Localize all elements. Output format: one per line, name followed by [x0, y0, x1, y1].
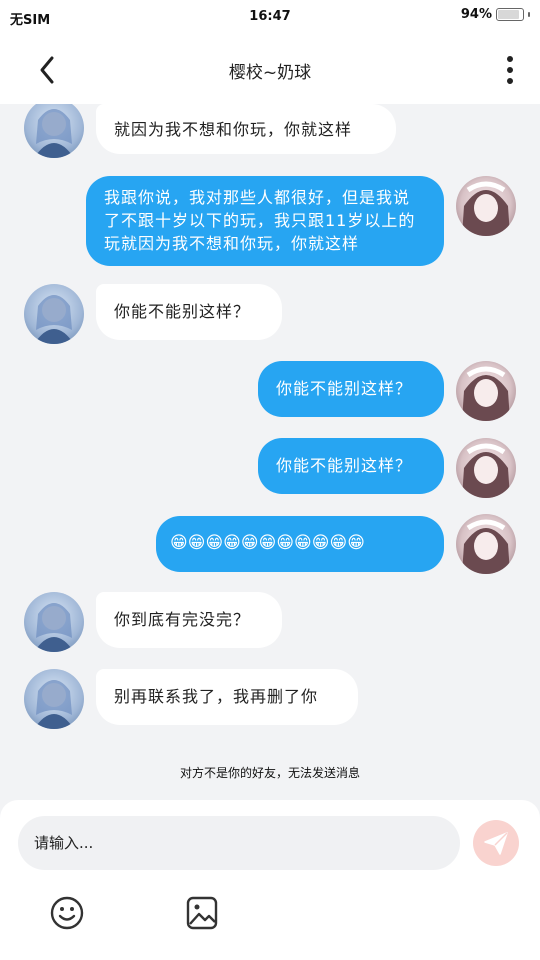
more-options-button[interactable] [500, 54, 520, 86]
message-bubble-incoming[interactable]: 你能不能别这样？ [96, 284, 282, 340]
battery-percent: 94% [460, 7, 492, 22]
message-bubble-incoming[interactable]: 别再联系我了，我再删了你 [96, 669, 358, 725]
image-button[interactable] [186, 896, 218, 930]
user-avatar[interactable] [456, 438, 516, 498]
message-bubble-incoming[interactable]: 你到底有完没完？ [96, 592, 282, 648]
chat-title: 樱校~奶球 [228, 63, 312, 83]
battery-cap [528, 12, 530, 17]
send-button[interactable] [473, 820, 519, 866]
clock: 16:47 [249, 9, 291, 24]
contact-avatar[interactable] [24, 104, 84, 158]
contact-avatar[interactable] [24, 284, 84, 344]
message-bubble-outgoing[interactable]: 你能不能别这样？ [258, 361, 444, 417]
message-bubble-incoming[interactable]: 就因为我不想和你玩，你就这样 [96, 104, 396, 154]
send-icon [484, 832, 508, 855]
user-avatar[interactable] [456, 514, 516, 574]
message-bubble-outgoing[interactable]: 😁😁😁😁😁😁😁😁😁😁😁 [156, 516, 444, 572]
image-icon [186, 896, 218, 930]
battery-icon [496, 8, 524, 21]
system-notice: 对方不是你的好友，无法发送消息 [179, 766, 360, 780]
emoji-button[interactable] [50, 896, 84, 930]
message-bubble-outgoing[interactable]: 你能不能别这样？ [258, 438, 444, 494]
contact-avatar[interactable] [24, 669, 84, 729]
more-vertical-icon [507, 56, 513, 84]
input-bar: 请输入... [0, 800, 540, 960]
chat-header: 樱校~奶球 [0, 36, 540, 104]
user-avatar[interactable] [456, 361, 516, 421]
contact-avatar[interactable] [24, 592, 84, 652]
message-list[interactable]: 就因为我不想和你玩，你就这样 我跟你说，我对那些人都很好，但是我说了不跟十岁以下… [0, 104, 540, 800]
message-bubble-outgoing[interactable]: 我跟你说，我对那些人都很好，但是我说了不跟十岁以下的玩，我只跟11岁以上的玩就因… [86, 176, 444, 266]
status-bar: 无SIM 16:47 94% [0, 0, 540, 36]
user-avatar[interactable] [456, 176, 516, 236]
message-input[interactable]: 请输入... [18, 816, 460, 870]
battery-indicator: 94% [461, 7, 530, 22]
emoji-icon [50, 896, 84, 930]
battery-fill [498, 10, 519, 19]
